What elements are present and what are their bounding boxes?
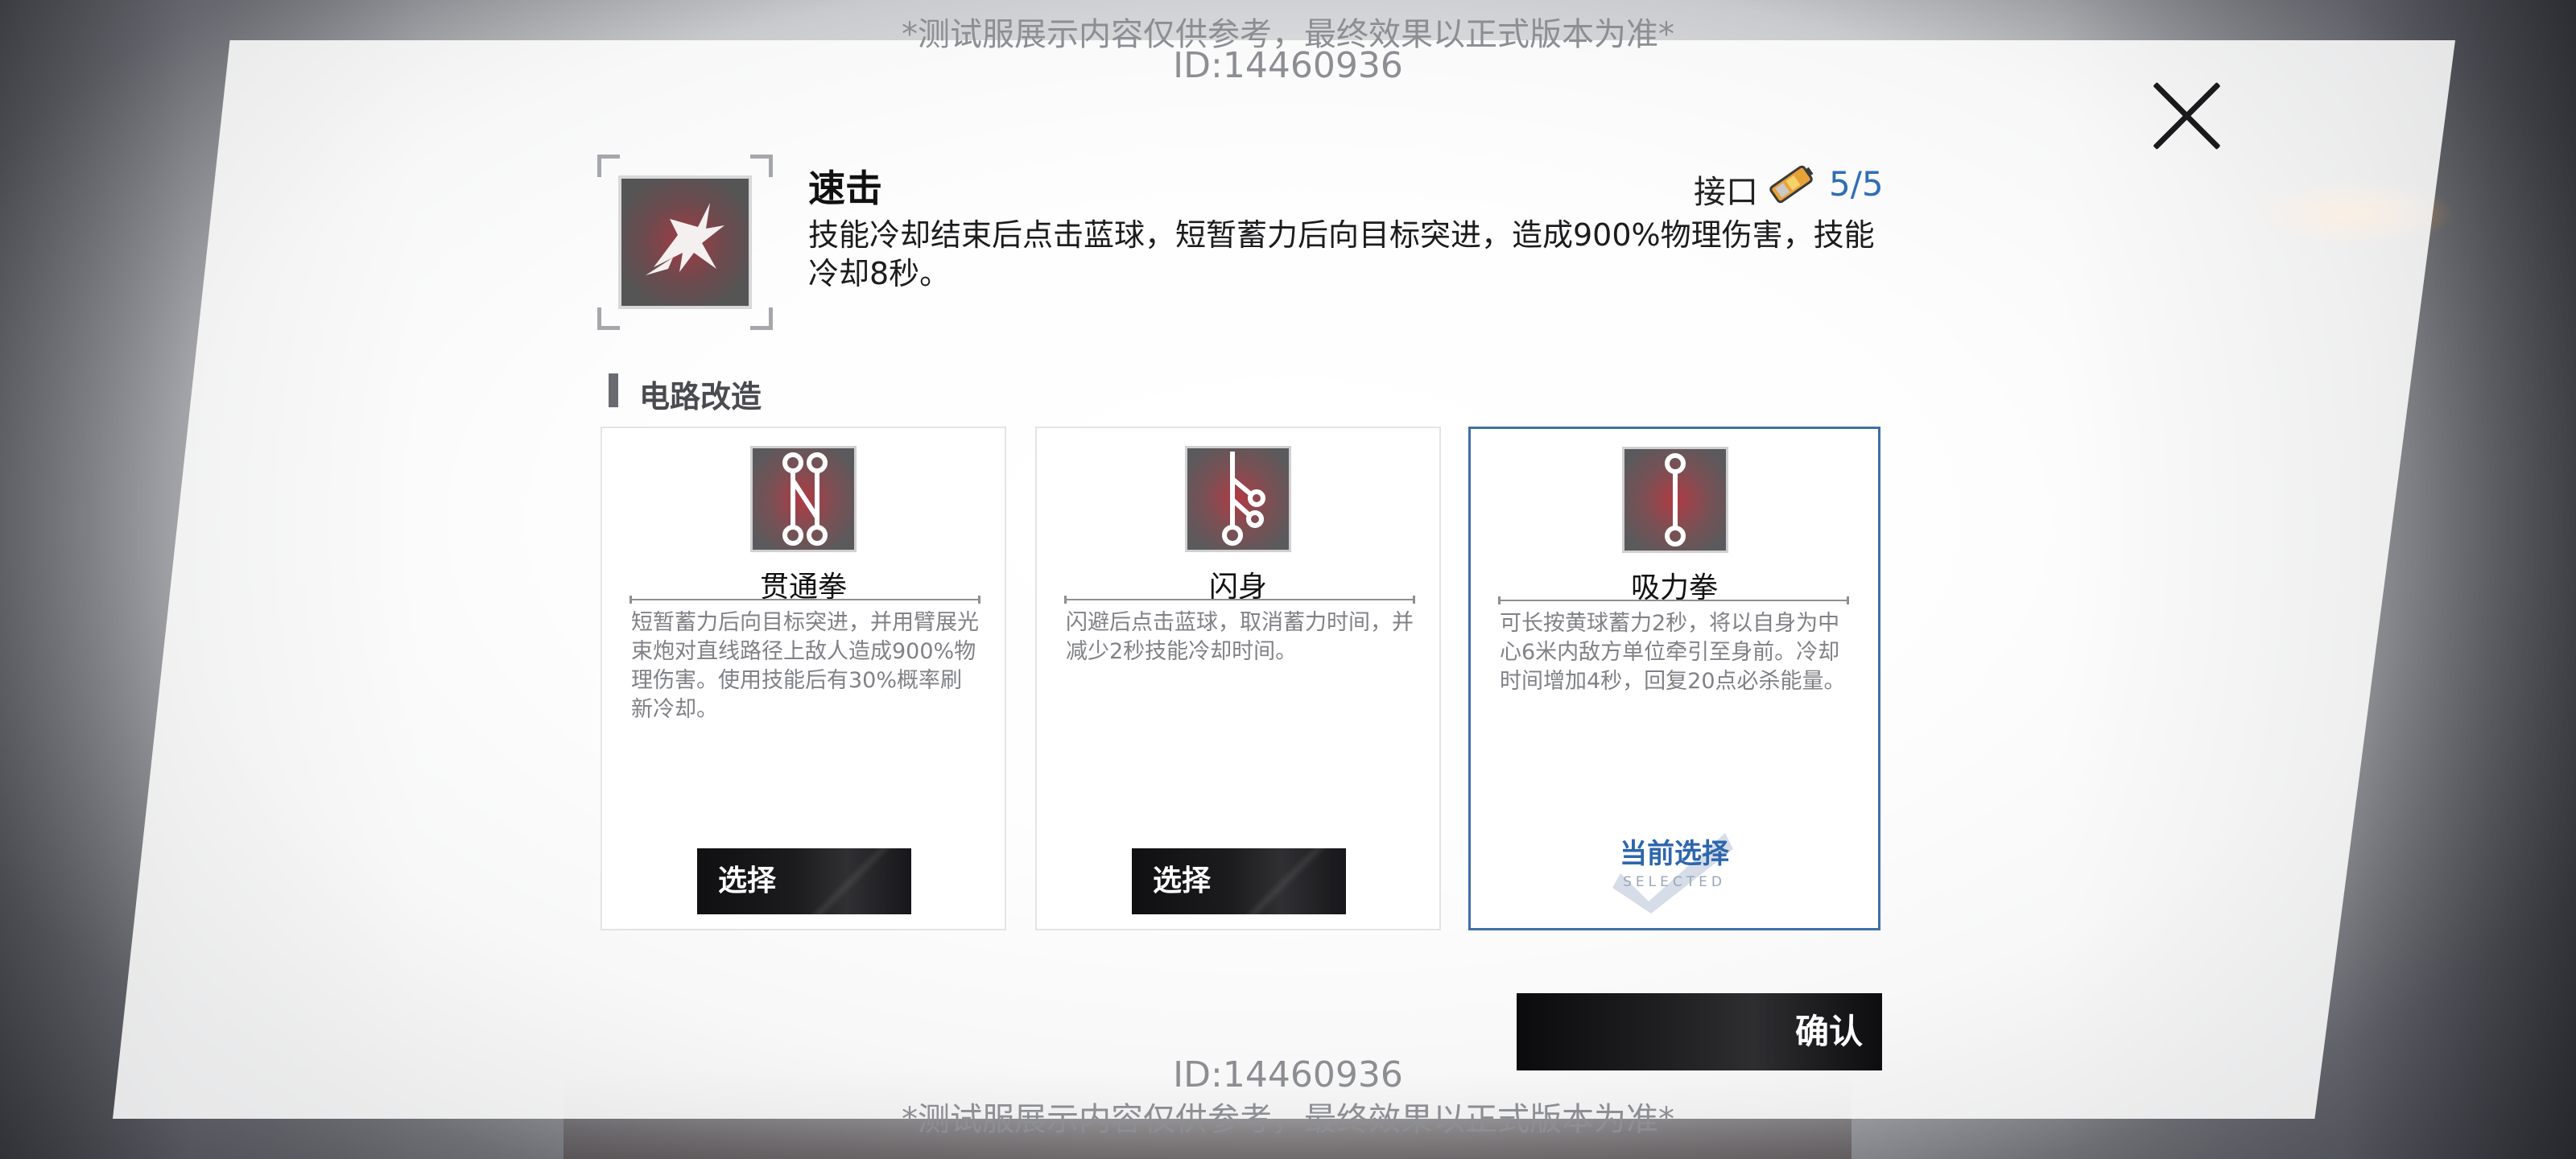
battery-chip-icon [1765,159,1818,209]
skill-icon-frame [597,155,773,330]
close-button[interactable] [2148,77,2225,155]
card-divider [630,596,980,604]
current-selection-label: 当前选择 [1620,838,1729,870]
selected-label: SELECTED [1623,874,1726,890]
interface-label: 接口 [1694,174,1758,211]
circuit-branch-icon [1185,446,1291,552]
card-description: 闪避后点击蓝球，取消蓄力时间，并减少2秒技能冷却时间。 [1066,610,1414,664]
interface-count: 5/5 [1829,164,1884,204]
card-description: 可长按黄球蓄力2秒，将以自身为中心6米内敌方单位牵引至身前。冷却时间增加4秒，回… [1500,611,1846,694]
current-selection-indicator: 当前选择 SELECTED [1471,831,1878,914]
circuit-option-card-1[interactable]: 贯通拳 短暂蓄力后向目标突进，并用臂展光束炮对直线路径上敌人造成900%物理伤害… [601,427,1006,930]
skill-description: 技能冷却结束后点击蓝球，短暂蓄力后向目标突进，造成900%物理伤害，技能冷却8秒… [808,217,1875,291]
skill-title: 速击 [808,167,882,210]
card-description: 短暂蓄力后向目标突进，并用臂展光束炮对直线路径上敌人造成900%物理伤害。使用技… [631,610,979,722]
circuit-option-card-2[interactable]: 闪身 闪避后点击蓝球，取消蓄力时间，并减少2秒技能冷却时间。 选择 [1035,427,1441,930]
section-title: 电路改造 [639,379,762,415]
select-button[interactable]: 选择 [1132,848,1346,914]
skill-dash-icon [618,175,752,309]
card-divider [1498,596,1849,604]
section-marker [609,373,618,407]
watermark-id-bottom: ID:14460936 [1173,1054,1403,1095]
circuit-straight-icon [1622,447,1728,553]
select-button[interactable]: 选择 [697,848,911,914]
circuit-double-node-icon [750,446,857,552]
card-divider [1064,596,1415,604]
circuit-option-card-3-selected[interactable]: 吸力拳 可长按黄球蓄力2秒，将以自身为中心6米内敌方单位牵引至身前。冷却时间增加… [1468,427,1880,930]
watermark-notice-bottom: *测试服展示内容仅供参考，最终效果以正式版本为准* [902,1101,1674,1138]
